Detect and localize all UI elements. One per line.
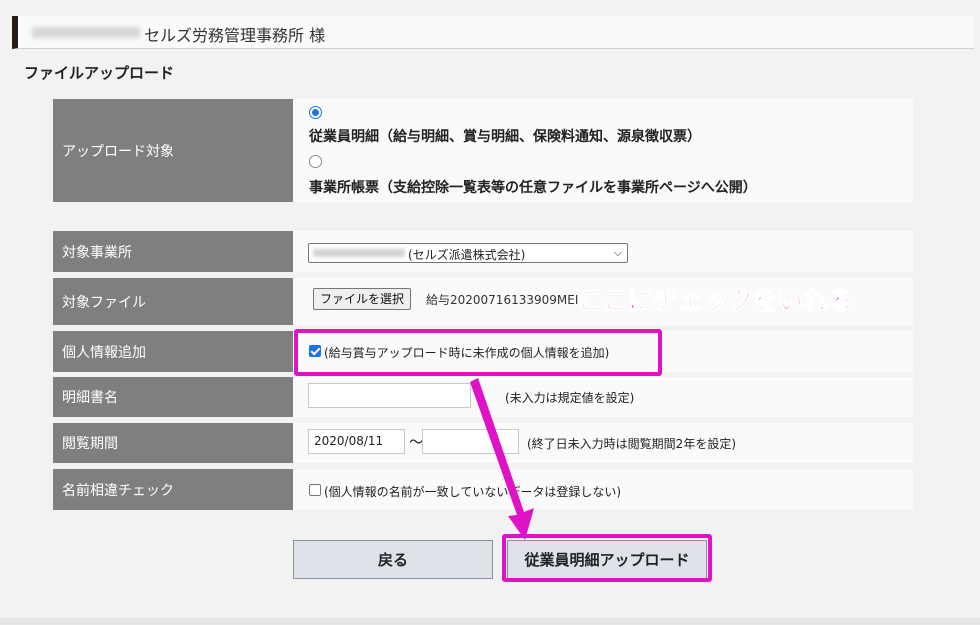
period-end-input[interactable]	[422, 429, 519, 454]
office-label: 対象事業所	[53, 231, 293, 272]
personal-info-label: 個人情報追加	[53, 331, 293, 372]
blurred-office-prefix	[313, 249, 405, 257]
checkbox-highlight-box	[294, 329, 662, 376]
choose-file-button[interactable]: ファイルを選択	[313, 288, 412, 310]
statement-name-label: 明細書名	[53, 377, 293, 417]
file-name: 給与20200716133909MEI	[426, 293, 579, 307]
period-note: (終了日未入力時は閲覧期間2年を設定)	[527, 437, 736, 451]
upload-target-options: 従業員明細（給与明細、賞与明細、保険料通知、源泉徴収票） 事業所帳票（支給控除一…	[293, 99, 913, 202]
header-bar: セルズ労務管理事務所 様	[12, 16, 974, 49]
period-label: 閲覧期間	[53, 423, 293, 463]
chevron-down-icon: ⌵	[613, 246, 622, 259]
back-button[interactable]: 戻る	[293, 540, 493, 579]
button-highlight-box	[502, 534, 712, 582]
option-employee-statement-label: 従業員明細（給与明細、賞与明細、保険料通知、源泉徴収票）	[309, 129, 701, 145]
name-check-row: 名前相違チェック (個人情報の名前が一致していないデータは登録しない)	[53, 469, 913, 510]
bottom-bar	[0, 618, 980, 625]
statement-name-input[interactable]	[308, 383, 471, 408]
period-separator: ～	[409, 435, 423, 451]
radio-office-form[interactable]	[309, 155, 322, 168]
office-select-value: (セルズ派遣株式会社)	[408, 248, 526, 262]
blurred-office-name	[32, 27, 140, 38]
name-check-checkbox[interactable]	[309, 484, 321, 496]
period-row: 閲覧期間 2020/08/11 ～ (終了日未入力時は閲覧期間2年を設定)	[53, 423, 913, 463]
upload-target-label: アップロード対象	[53, 99, 293, 202]
file-label: 対象ファイル	[53, 278, 293, 325]
radio-employee-statement[interactable]	[309, 106, 322, 119]
annotation-text: ここにチェックをいれる	[577, 286, 854, 316]
office-select[interactable]: (セルズ派遣株式会社) ⌵	[308, 243, 628, 263]
statement-name-row: 明細書名 (未入力は規定値を設定)	[53, 377, 913, 417]
office-row: 対象事業所 (セルズ派遣株式会社) ⌵	[53, 231, 913, 272]
name-check-label: 名前相違チェック	[53, 469, 293, 510]
option-office-form-label: 事業所帳票（支給控除一覧表等の任意ファイルを事業所ページへ公開）	[309, 180, 757, 196]
section-title: ファイルアップロード	[24, 64, 175, 82]
upload-target-row: アップロード対象 従業員明細（給与明細、賞与明細、保険料通知、源泉徴収票） 事業…	[53, 99, 913, 202]
name-check-text: (個人情報の名前が一致していないデータは登録しない)	[324, 485, 622, 499]
statement-name-note: (未入力は規定値を設定)	[505, 391, 635, 405]
header-title: セルズ労務管理事務所 様	[144, 26, 326, 45]
page: セルズ労務管理事務所 様 ファイルアップロード アップロード対象 従業員明細（給…	[0, 0, 980, 625]
period-start-input[interactable]: 2020/08/11	[308, 429, 405, 454]
